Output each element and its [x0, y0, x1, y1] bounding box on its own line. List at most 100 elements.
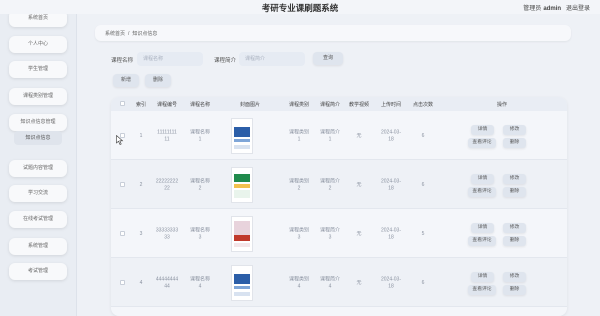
table-row: 4 44444444 44 课程名称 4 课程类别 4 课程简介 4 无 202…	[111, 258, 567, 307]
user-name: admin	[543, 6, 561, 12]
cell-intro: 课程简介 3	[319, 227, 341, 241]
breadcrumb-home[interactable]: 系统首页	[105, 31, 125, 37]
cell-category: 课程类别 4	[288, 276, 310, 290]
user-role: 管理员	[523, 6, 542, 12]
logout-link[interactable]: 退出登录	[566, 6, 590, 12]
cell-time: 2024-03- 18	[380, 129, 402, 143]
cell-name: 课程名称 4	[189, 276, 211, 290]
add-button[interactable]: 新增	[113, 74, 139, 87]
edit-button[interactable]: 修改	[503, 272, 526, 282]
top-bar: 考研专业课刷题系统 管理员 admin 退出登录	[0, 0, 600, 14]
cell-video: 无	[356, 181, 362, 188]
row-checkbox[interactable]	[120, 231, 125, 236]
cell-video: 无	[356, 132, 362, 139]
breadcrumb-current: 知识点信息	[132, 31, 158, 37]
cell-category: 课程类别 2	[288, 178, 310, 192]
breadcrumb: 系统首页 / 知识点信息	[105, 30, 157, 37]
cell-clicks: 6	[421, 279, 425, 286]
user-area: 管理员 admin 退出登录	[523, 3, 590, 12]
course-intro-input[interactable]	[239, 52, 305, 66]
table-row: 3 33333333 33 课程名称 3 课程类别 3 课程简介 3 无 202…	[111, 209, 567, 258]
cell-time: 2024-03- 18	[380, 227, 402, 241]
delete-button[interactable]: 删除	[503, 138, 526, 148]
header-name: 课程名称	[189, 102, 211, 108]
cell-code: 44444444 44	[155, 276, 179, 290]
cell-code: 22222222 22	[155, 178, 179, 192]
course-name-label: 课程名称	[111, 58, 134, 64]
cell-index: 2	[139, 181, 143, 188]
edit-button[interactable]: 修改	[503, 223, 526, 233]
table-header: 索引 课程编号 课程名称 封面图片 课程类别 课程简介 教学视频 上传时间 点击…	[111, 97, 567, 111]
view-comments-button[interactable]: 查看评论	[468, 138, 496, 148]
detail-button[interactable]: 详情	[471, 174, 494, 184]
header-cover: 封面图片	[239, 102, 261, 108]
detail-button[interactable]: 详情	[471, 272, 494, 282]
sidebar-item-profile[interactable]: 个人中心	[9, 36, 67, 53]
cell-clicks: 6	[421, 181, 425, 188]
delete-button[interactable]: 删除	[503, 285, 526, 295]
header-intro: 课程简介	[319, 102, 341, 108]
view-comments-button[interactable]: 查看评论	[468, 285, 496, 295]
breadcrumb-bar: 系统首页 / 知识点信息	[95, 25, 571, 41]
cell-code: 11111111 11	[157, 129, 177, 143]
header-time: 上传时间	[380, 102, 402, 108]
header-video: 教学视频	[348, 102, 370, 108]
header-index: 索引	[135, 102, 147, 108]
cell-clicks: 6	[421, 132, 425, 139]
cell-time: 2024-03- 18	[380, 276, 402, 290]
edit-button[interactable]: 修改	[503, 174, 526, 184]
sidebar-item-exchange[interactable]: 学习交流	[9, 185, 67, 202]
mouse-cursor-icon	[116, 135, 124, 145]
select-all-checkbox[interactable]	[120, 101, 125, 106]
delete-button[interactable]: 删除	[503, 187, 526, 197]
cell-index: 4	[139, 279, 143, 286]
cell-name: 课程名称 2	[189, 178, 211, 192]
sidebar: 系统首页 个人中心 学生管理 课程类别管理 知识点信息管理 知识点信息 试题内容…	[0, 0, 77, 316]
cell-intro: 课程简介 4	[319, 276, 341, 290]
cell-code: 33333333 33	[155, 227, 179, 241]
view-comments-button[interactable]: 查看评论	[468, 187, 496, 197]
row-checkbox[interactable]	[120, 182, 125, 187]
knowledge-table: 索引 课程编号 课程名称 封面图片 课程类别 课程简介 教学视频 上传时间 点击…	[111, 97, 567, 316]
cell-category: 课程类别 3	[288, 227, 310, 241]
cell-name: 课程名称 1	[189, 129, 211, 143]
cell-intro: 课程简介 2	[319, 178, 341, 192]
table-row: 1 11111111 11 课程名称 1 课程类别 1 课程简介 1 无 202…	[111, 111, 567, 160]
cell-category: 课程类别 1	[288, 129, 310, 143]
view-comments-button[interactable]: 查看评论	[468, 236, 496, 246]
header-category: 课程类别	[288, 102, 310, 108]
sidebar-subitem-knowledge-info[interactable]: 知识点信息	[14, 131, 62, 145]
detail-button[interactable]: 详情	[471, 223, 494, 233]
sidebar-item-questions[interactable]: 试题内容管理	[9, 160, 67, 177]
cell-name: 课程名称 3	[189, 227, 211, 241]
query-button[interactable]: 查询	[313, 52, 343, 65]
bulk-delete-button[interactable]: 删除	[145, 74, 171, 87]
row-checkbox[interactable]	[120, 280, 125, 285]
cell-video: 无	[356, 230, 362, 237]
cover-image	[231, 216, 253, 252]
header-code: 课程编号	[156, 102, 178, 108]
cell-intro: 课程简介 1	[319, 129, 341, 143]
cover-image	[231, 167, 253, 203]
cell-time: 2024-03- 18	[380, 178, 402, 192]
cell-index: 3	[139, 230, 143, 237]
cover-image	[231, 118, 253, 154]
delete-button[interactable]: 删除	[503, 236, 526, 246]
course-intro-label: 课程简介	[214, 58, 237, 64]
cell-index: 1	[139, 132, 143, 139]
sidebar-item-knowledge[interactable]: 知识点信息管理	[9, 114, 67, 131]
breadcrumb-separator: /	[128, 31, 130, 37]
detail-button[interactable]: 详情	[471, 125, 494, 135]
header-actions: 操作	[496, 102, 508, 108]
sidebar-item-system[interactable]: 系统管理	[9, 238, 67, 255]
cell-video: 无	[356, 279, 362, 286]
course-name-input[interactable]	[137, 52, 203, 66]
sidebar-item-exam[interactable]: 考试管理	[9, 263, 67, 280]
sidebar-item-course-category[interactable]: 课程类别管理	[9, 88, 67, 105]
sidebar-item-online-exam[interactable]: 在线考试管理	[9, 211, 67, 228]
cell-clicks: 5	[421, 230, 425, 237]
edit-button[interactable]: 修改	[503, 125, 526, 135]
cover-image	[231, 265, 253, 301]
app-title: 考研专业课刷题系统	[261, 3, 339, 13]
sidebar-item-students[interactable]: 学生管理	[9, 61, 67, 78]
